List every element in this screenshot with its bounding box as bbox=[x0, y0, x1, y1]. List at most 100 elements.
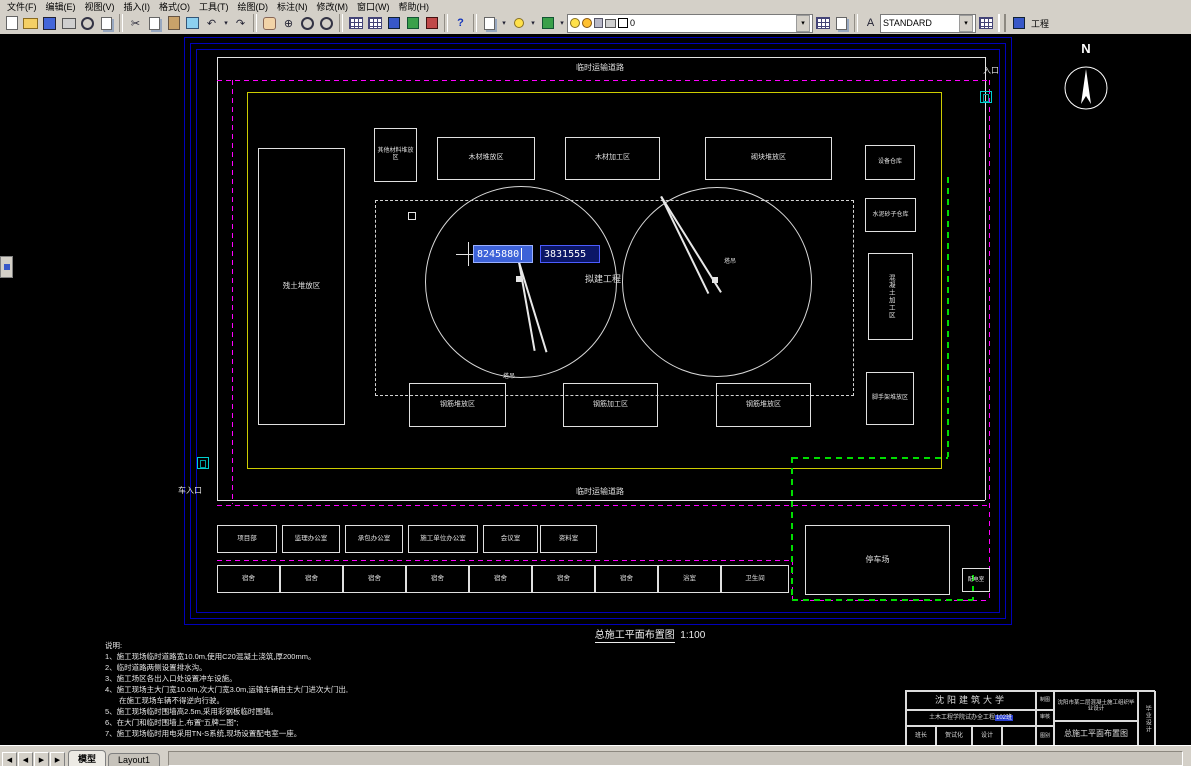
hatch-icon[interactable] bbox=[422, 13, 441, 33]
layer-previous-icon[interactable] bbox=[832, 13, 851, 33]
horizontal-scrollbar[interactable] bbox=[168, 751, 1183, 766]
menu-file[interactable]: 文件(F) bbox=[3, 0, 41, 13]
crane-radius-1 bbox=[425, 186, 617, 378]
table-style-icon[interactable] bbox=[976, 13, 995, 33]
undo-dropdown-icon[interactable]: ▾ bbox=[221, 13, 231, 33]
title-block-cell: 贺试化 bbox=[936, 726, 972, 745]
tab-model[interactable]: 模型 bbox=[68, 750, 107, 766]
paste-icon[interactable] bbox=[164, 13, 183, 33]
note-line: 3、施工场区各出入口处设置冲车设施。 bbox=[105, 674, 237, 683]
menu-modify[interactable]: 修改(M) bbox=[313, 0, 353, 13]
toolbar-grip[interactable] bbox=[998, 14, 1006, 32]
layer-lock-icon[interactable] bbox=[594, 18, 603, 28]
copy-icon[interactable] bbox=[145, 13, 164, 33]
zoom-previous-icon[interactable] bbox=[317, 13, 336, 33]
menu-help[interactable]: 帮助(H) bbox=[395, 0, 434, 13]
text-style-combo-arrow[interactable]: ▾ bbox=[959, 14, 973, 32]
note-line: 7、施工现场临时用电采用TN-S系统,现场设置配电室一座。 bbox=[105, 729, 302, 738]
office-box: 资料室 bbox=[540, 525, 597, 553]
toolbar-separator bbox=[854, 14, 858, 32]
menu-tools[interactable]: 工具(T) bbox=[195, 0, 233, 13]
menu-view[interactable]: 视图(V) bbox=[81, 0, 119, 13]
zoom-realtime-icon[interactable]: ⊕ bbox=[279, 13, 298, 33]
tab-last-icon[interactable]: ▶ bbox=[50, 752, 65, 766]
layer-freeze-icon[interactable] bbox=[582, 18, 592, 28]
new-icon[interactable] bbox=[2, 13, 21, 33]
image-icon[interactable] bbox=[403, 13, 422, 33]
road-line-bottom bbox=[217, 500, 985, 501]
tab-first-icon[interactable]: ◀ bbox=[2, 752, 17, 766]
docked-palette-tab[interactable] bbox=[0, 256, 13, 278]
layer-combo-arrow[interactable]: ▾ bbox=[796, 14, 810, 32]
text-caret bbox=[521, 248, 523, 260]
table-icon[interactable] bbox=[365, 13, 384, 33]
undo-icon[interactable]: ↶ bbox=[202, 13, 221, 33]
layer-on-icon[interactable] bbox=[570, 18, 580, 28]
dorm-box: 宿舍 bbox=[595, 565, 658, 593]
render-flyout-dropdown-icon[interactable]: ▾ bbox=[557, 13, 567, 33]
redo-icon[interactable]: ↷ bbox=[231, 13, 250, 33]
title-block-cell: 班长 bbox=[906, 726, 936, 745]
project-tool-icon[interactable] bbox=[1009, 13, 1028, 33]
power-line-segment bbox=[947, 177, 949, 457]
drawing-canvas[interactable]: 临时运输道路 临时运输道路 入口 车入口 残土堆放区 其他材料堆放区 木材堆放区… bbox=[0, 34, 1191, 745]
fence-right bbox=[989, 80, 990, 600]
note-line: 4、施工现场主大门宽10.0m,次大门宽3.0m,运输车辆由主大门进次大门出, bbox=[105, 685, 348, 694]
layer-flyout-dropdown-icon[interactable]: ▾ bbox=[499, 13, 509, 33]
site-line-right bbox=[985, 57, 986, 500]
parking-box: 停车场 bbox=[805, 525, 950, 595]
coord-y-input[interactable]: 3831555 bbox=[540, 245, 600, 263]
menu-format[interactable]: 格式(O) bbox=[155, 0, 194, 13]
cut-icon[interactable]: ✂ bbox=[126, 13, 145, 33]
layer-plot-icon[interactable] bbox=[605, 18, 616, 28]
block-icon[interactable] bbox=[384, 13, 403, 33]
zoom-window-icon[interactable] bbox=[298, 13, 317, 33]
help-icon[interactable]: ? bbox=[451, 13, 470, 33]
layer-color-swatch[interactable] bbox=[618, 18, 628, 28]
menu-draw[interactable]: 绘图(D) bbox=[234, 0, 273, 13]
text-style-combo[interactable]: STANDARD ▾ bbox=[880, 13, 976, 33]
match-properties-icon[interactable] bbox=[183, 13, 202, 33]
text-style-icon[interactable]: A bbox=[861, 13, 880, 33]
pan-icon[interactable] bbox=[260, 13, 279, 33]
menu-dimension[interactable]: 标注(N) bbox=[273, 0, 312, 13]
toolbar-separator bbox=[444, 14, 448, 32]
drawing-title-text: 总施工平面布置图 bbox=[594, 630, 675, 643]
layer-flyout-icon[interactable] bbox=[480, 13, 499, 33]
tab-next-icon[interactable]: ▶ bbox=[34, 752, 49, 766]
menu-edit[interactable]: 编辑(E) bbox=[42, 0, 80, 13]
tab-prev-icon[interactable]: ◀ bbox=[18, 752, 33, 766]
menu-insert[interactable]: 插入(I) bbox=[120, 0, 155, 13]
tab-layout1[interactable]: Layout1 bbox=[108, 753, 161, 766]
zone-wood-storage: 木材堆放区 bbox=[437, 137, 535, 180]
fence-top bbox=[217, 80, 990, 81]
power-line-segment bbox=[792, 599, 973, 601]
open-icon[interactable] bbox=[21, 13, 40, 33]
drawing-title-scale: 1:100 bbox=[680, 630, 706, 641]
road-label-bottom: 临时运输道路 bbox=[576, 487, 624, 496]
office-box: 会议室 bbox=[483, 525, 538, 553]
render-flyout-icon[interactable] bbox=[538, 13, 557, 33]
view-flyout-icon[interactable] bbox=[509, 13, 528, 33]
fence-mid bbox=[217, 505, 990, 506]
layer-properties-icon[interactable] bbox=[813, 13, 832, 33]
menu-window[interactable]: 窗口(W) bbox=[353, 0, 394, 13]
layer-combo-value: 0 bbox=[630, 18, 636, 28]
autocad-window: 文件(F) 编辑(E) 视图(V) 插入(I) 格式(O) 工具(T) 绘图(D… bbox=[0, 0, 1191, 766]
coord-x-input[interactable]: 8245880 bbox=[473, 245, 533, 263]
drawing-title: 总施工平面布置图 1:100 bbox=[540, 626, 760, 643]
layer-combo[interactable]: 0 ▾ bbox=[567, 13, 813, 33]
notes-block: 说明: 1、施工现场临时道路宽10.0m,使用C20混凝土浇筑,厚200mm。 … bbox=[105, 640, 545, 739]
view-flyout-dropdown-icon[interactable]: ▾ bbox=[528, 13, 538, 33]
crane-label-1: 塔吊 bbox=[503, 374, 516, 380]
publish-icon[interactable] bbox=[97, 13, 116, 33]
plot-preview-icon[interactable] bbox=[78, 13, 97, 33]
zone-block-storage: 砌块堆放区 bbox=[705, 137, 832, 180]
plot-icon[interactable] bbox=[59, 13, 78, 33]
save-icon[interactable] bbox=[40, 13, 59, 33]
note-line: 在施工现场车辆不得逆向行驶。 bbox=[119, 696, 224, 705]
power-line-segment bbox=[791, 457, 793, 600]
title-block-project: 沈阳市某二层混凝土施工组织毕业设计 bbox=[1054, 691, 1138, 721]
coord-x-value: 8245880 bbox=[477, 248, 520, 260]
properties-icon[interactable] bbox=[346, 13, 365, 33]
